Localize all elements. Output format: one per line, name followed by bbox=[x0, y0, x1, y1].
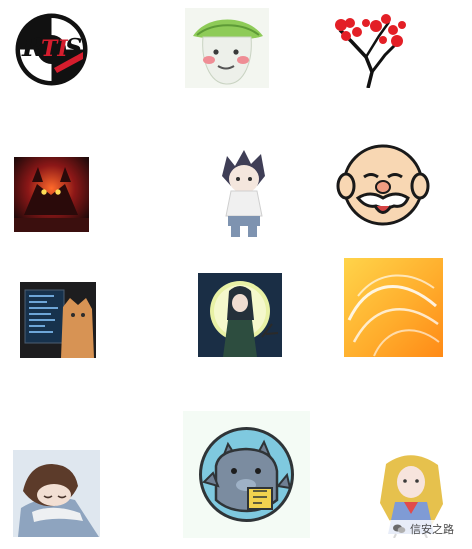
cat-with-monitor-photo-image bbox=[20, 282, 96, 358]
watermark: 信安之路 bbox=[388, 520, 458, 538]
anime-moon-illustration-image bbox=[198, 273, 282, 357]
anime-ninja-chibi-image bbox=[210, 146, 278, 238]
bald-grandpa-cartoon-image bbox=[336, 138, 430, 232]
red-demon-artwork-image bbox=[14, 157, 89, 232]
red-tree-branch-illustration-image bbox=[332, 12, 408, 88]
green-leaf-hat-cartoon-image bbox=[185, 8, 269, 88]
wechat-icon bbox=[392, 520, 406, 539]
rtis-logo-image: R TI S bbox=[14, 12, 89, 87]
sleeping-anime-boy-image bbox=[13, 450, 100, 537]
watermark-text: 信安之路 bbox=[410, 523, 454, 536]
blue-dragon-badge-image bbox=[183, 411, 310, 538]
orange-swirl-abstract-image bbox=[344, 258, 443, 357]
svg-text:S: S bbox=[65, 33, 82, 62]
